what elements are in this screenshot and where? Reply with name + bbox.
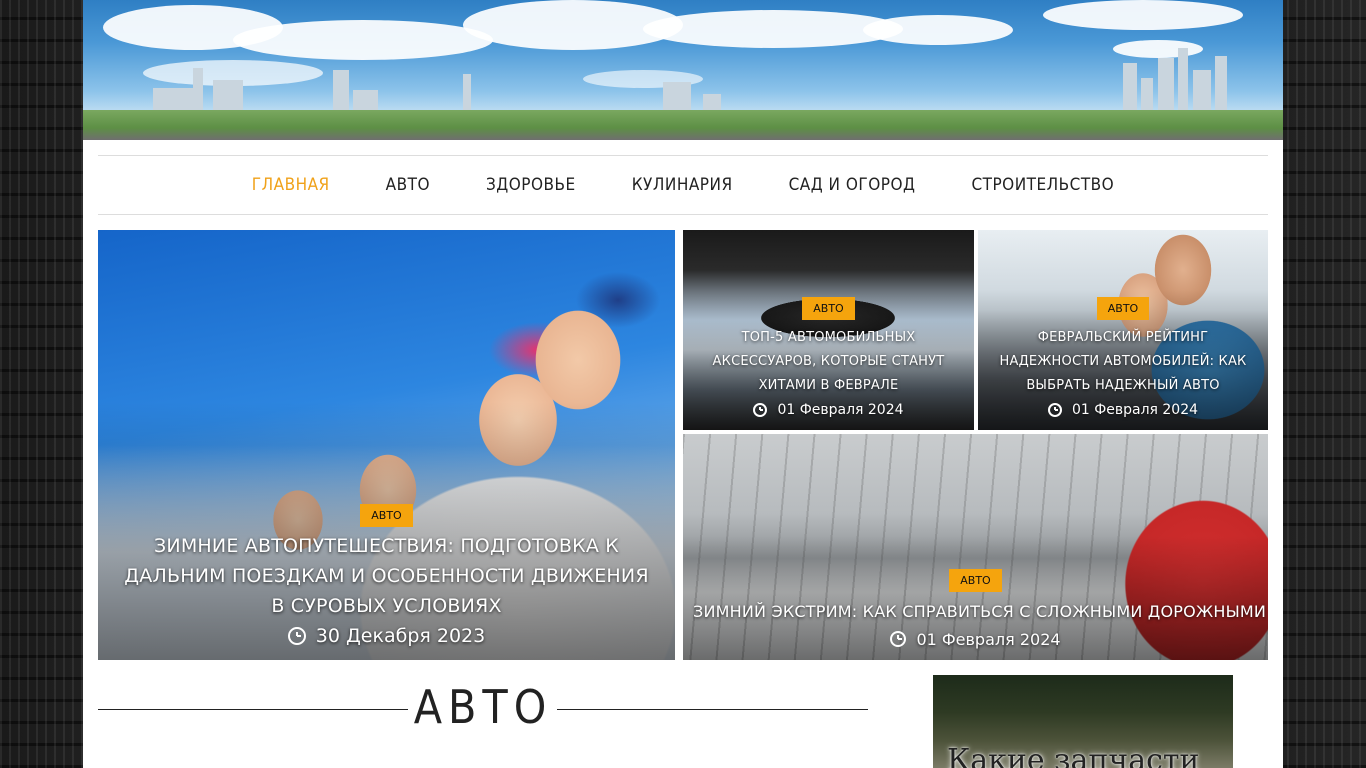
clock-icon <box>753 403 768 417</box>
featured-date-top-right: 01 Февраля 2024 <box>1071 402 1199 418</box>
category-badge[interactable]: АВТО <box>949 568 1002 592</box>
header-banner[interactable] <box>83 0 1283 140</box>
featured-date-main: 30 Декабря 2023 <box>315 625 486 647</box>
main-nav: ГЛАВНАЯ АВТО ЗДОРОВЬЕ КУЛИНАРИЯ САД И ОГ… <box>98 155 1268 215</box>
featured-title-main[interactable]: ЗИМНИЕ АВТОПУТЕШЕСТВИЯ: ПОДГОТОВКА К ДАЛ… <box>98 531 675 621</box>
nav-item-cooking[interactable]: КУЛИНАРИЯ <box>604 175 761 195</box>
nav-item-auto[interactable]: АВТО <box>358 175 458 195</box>
featured-card-top-left[interactable]: АВТО ТОП-5 АВТОМОБИЛЬНЫХ АКСЕССУАРОВ, КО… <box>683 230 974 430</box>
featured-date-top-left: 01 Февраля 2024 <box>777 402 904 418</box>
featured-title-bottom[interactable]: ЗИМНИЙ ЭКСТРИМ: КАК СПРАВИТЬСЯ С СЛОЖНЫМ… <box>683 598 1268 626</box>
page: ГЛАВНАЯ АВТО ЗДОРОВЬЕ КУЛИНАРИЯ САД И ОГ… <box>83 0 1283 768</box>
featured-title-top-left[interactable]: ТОП-5 АВТОМОБИЛЬНЫХ АКСЕССУАРОВ, КОТОРЫЕ… <box>683 326 974 398</box>
featured-card-top-right[interactable]: АВТО ФЕВРАЛЬСКИЙ РЕЙТИНГ НАДЕЖНОСТИ АВТО… <box>978 230 1268 430</box>
featured-title-top-right[interactable]: ФЕВРАЛЬСКИЙ РЕЙТИНГ НАДЕЖНОСТИ АВТОМОБИЛ… <box>978 326 1268 398</box>
clock-icon <box>890 631 907 647</box>
clock-icon <box>287 627 306 645</box>
featured-card-bottom[interactable]: АВТО ЗИМНИЙ ЭКСТРИМ: КАК СПРАВИТЬСЯ С СЛ… <box>683 434 1268 660</box>
section-title: АВТО <box>413 680 553 734</box>
clock-icon <box>1047 403 1062 417</box>
nav-item-garden[interactable]: САД И ОГОРОД <box>761 175 944 195</box>
nav-item-home[interactable]: ГЛАВНАЯ <box>224 175 358 195</box>
category-badge[interactable]: АВТО <box>360 504 413 527</box>
section-header: АВТО <box>98 680 868 740</box>
sidebar-ad-text: Какие запчасти <box>947 743 1200 768</box>
category-badge[interactable]: АВТО <box>802 297 855 320</box>
sidebar-ad-banner[interactable]: Какие запчасти <box>933 675 1233 768</box>
nav-item-construction[interactable]: СТРОИТЕЛЬСТВО <box>943 175 1142 195</box>
featured-card-main[interactable]: АВТО ЗИМНИЕ АВТОПУТЕШЕСТВИЯ: ПОДГОТОВКА … <box>98 230 675 660</box>
featured-date-bottom: 01 Февраля 2024 <box>916 629 1061 649</box>
nav-item-health[interactable]: ЗДОРОВЬЕ <box>458 175 604 195</box>
category-badge[interactable]: АВТО <box>1096 297 1150 320</box>
